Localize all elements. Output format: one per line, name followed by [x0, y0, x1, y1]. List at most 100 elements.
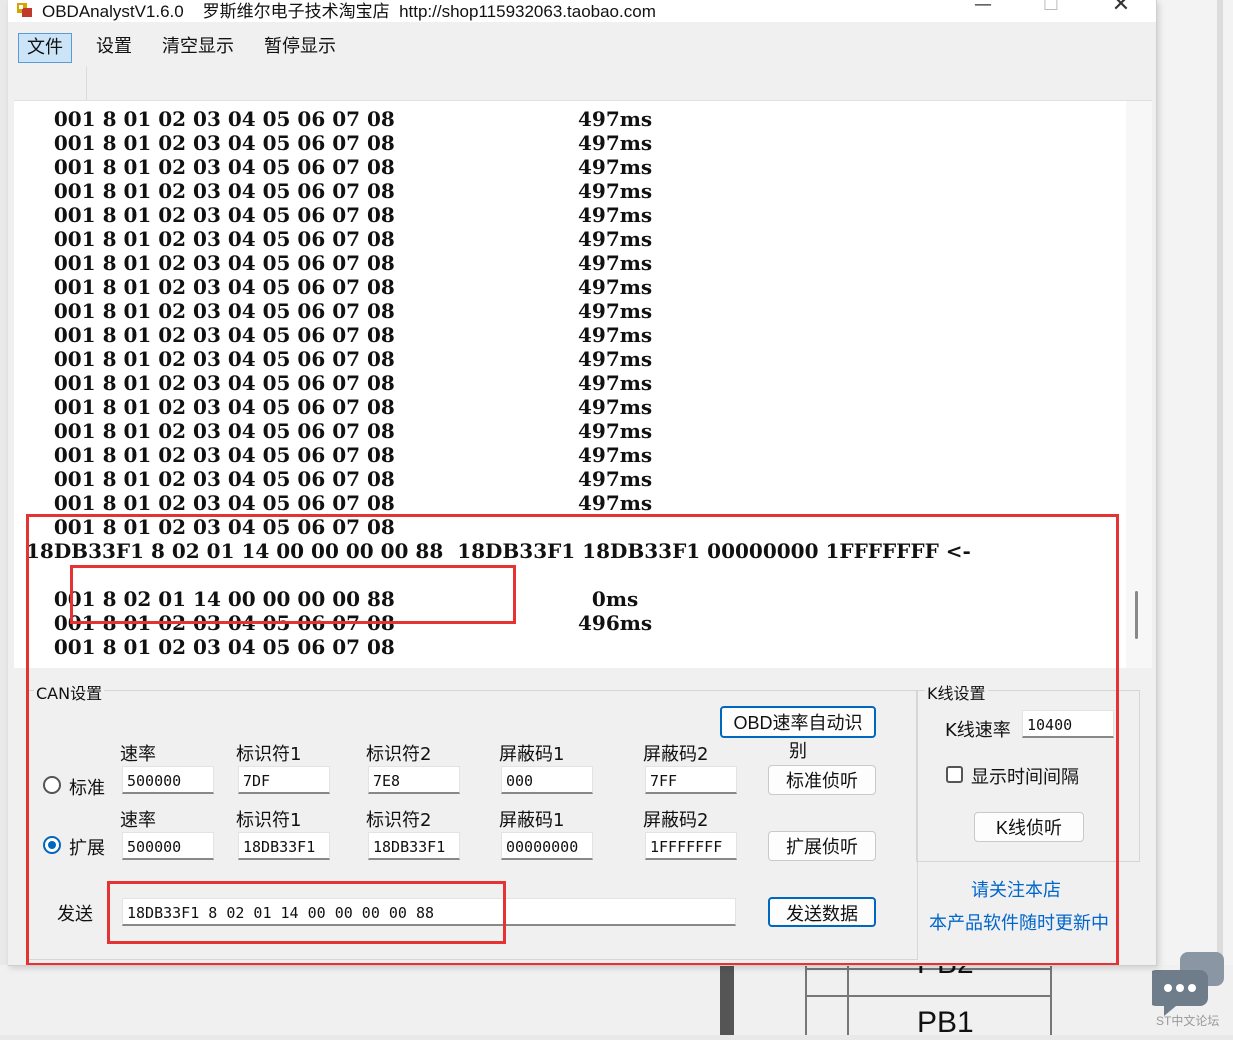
- log-line-interval: 497ms: [578, 347, 653, 371]
- log-line: 001 8 01 02 03 04 05 06 07 08: [26, 467, 395, 491]
- std-rate-input[interactable]: 500000: [122, 766, 214, 794]
- send-data-button[interactable]: 发送数据: [768, 897, 876, 927]
- log-line: 001 8 01 02 03 04 05 06 07 08: [26, 227, 395, 251]
- log-line: 001 8 01 02 03 04 05 06 07 08: [26, 395, 395, 419]
- window-title: OBDAnalystV1.6.0 罗斯维尔电子技术淘宝店 http://shop…: [42, 2, 656, 21]
- log-line-interval: 497ms: [578, 467, 653, 491]
- ext-id2-input[interactable]: 18DB33F1: [368, 832, 460, 860]
- log-line: 001 8 01 02 03 04 05 06 07 08: [26, 179, 395, 203]
- show-interval-label: 显示时间间隔: [971, 767, 1079, 788]
- title-bar[interactable]: OBDAnalystV1.6.0 罗斯维尔电子技术淘宝店 http://shop…: [8, 0, 1156, 22]
- message-log[interactable]: 001 8 01 02 03 04 05 06 07 08 497ms 001 8…: [14, 100, 1152, 669]
- std-id2-input[interactable]: 7E8: [368, 766, 460, 794]
- log-line-interval: 497ms: [578, 443, 653, 467]
- follow-store-link[interactable]: 请关注本店: [971, 876, 1061, 902]
- log-line: 001 8 01 02 03 04 05 06 07 08: [26, 203, 395, 227]
- std-header-mask2: 屏蔽码2: [643, 744, 709, 765]
- standard-radio[interactable]: [43, 776, 61, 794]
- obd-auto-detect-button[interactable]: OBD速率自动识别: [720, 706, 876, 761]
- std-header-rate: 速率: [120, 744, 156, 765]
- ext-header-rate: 速率: [120, 810, 156, 831]
- log-line: 001 8 02 01 14 00 00 00 00 88: [26, 587, 395, 611]
- log-line-interval: 0ms: [578, 587, 639, 611]
- std-mask2-input[interactable]: 7FF: [645, 766, 737, 794]
- log-line: 001 8 01 02 03 04 05 06 07 08: [26, 299, 395, 323]
- std-id1-input[interactable]: 7DF: [238, 766, 330, 794]
- log-line-interval: 497ms: [578, 107, 653, 131]
- std-header-id1: 标识符1: [236, 744, 302, 765]
- menu-bar: 文件 设置 清空显示 暂停显示: [8, 26, 1156, 66]
- log-line: 001 8 01 02 03 04 05 06 07 08: [26, 443, 395, 467]
- log-line: 001 8 01 02 03 04 05 06 07 08: [26, 635, 395, 659]
- background-scroll-strip: [1217, 0, 1223, 1035]
- menu-pause-display[interactable]: 暂停显示: [256, 33, 344, 61]
- log-line-interval: 497ms: [578, 155, 653, 179]
- log-line: 001 8 01 02 03 04 05 06 07 08: [26, 131, 395, 155]
- log-line: 18DB33F1 8 02 01 14 00 00 00 00 88 18DB3…: [26, 539, 971, 563]
- log-line: 001 8 01 02 03 04 05 06 07 08: [26, 347, 395, 371]
- menu-clear-display[interactable]: 清空显示: [154, 33, 242, 61]
- log-line-interval: 497ms: [578, 227, 653, 251]
- log-line-interval: 497ms: [578, 131, 653, 155]
- app-icon: [17, 3, 32, 17]
- ext-header-id1: 标识符1: [236, 810, 302, 831]
- extended-listen-button[interactable]: 扩展侦听: [768, 831, 876, 861]
- ext-header-id2: 标识符2: [366, 810, 432, 831]
- send-label: 发送: [57, 904, 93, 925]
- standard-listen-button[interactable]: 标准侦听: [768, 765, 876, 795]
- std-mask1-input[interactable]: 000: [501, 766, 593, 794]
- kline-rate-label: K线速率: [945, 720, 1011, 741]
- show-interval-checkbox[interactable]: [946, 766, 963, 783]
- log-line-interval: 496ms: [578, 611, 653, 635]
- log-line: 001 8 01 02 03 04 05 06 07 08: [26, 275, 395, 299]
- maximize-icon[interactable]: ☐: [1021, 0, 1081, 18]
- log-line: 001 8 01 02 03 04 05 06 07 08: [26, 419, 395, 443]
- close-icon[interactable]: ✕: [1091, 0, 1151, 17]
- log-line: 001 8 01 02 03 04 05 06 07 08: [26, 491, 395, 515]
- menu-file[interactable]: 文件: [18, 33, 72, 63]
- log-line-interval: 497ms: [578, 395, 653, 419]
- settings-panel: CAN设置 OBD速率自动识别 速率 标识符1 标识符2 屏蔽码1 屏蔽码2 标…: [8, 668, 1156, 965]
- log-line: 001 8 01 02 03 04 05 06 07 08: [26, 515, 395, 539]
- log-line-interval: 497ms: [578, 491, 653, 515]
- extended-label: 扩展: [69, 838, 105, 859]
- background-table-hline: [807, 995, 1050, 997]
- log-line: 001 8 01 02 03 04 05 06 07 08: [26, 323, 395, 347]
- ext-header-mask2: 屏蔽码2: [643, 810, 709, 831]
- log-line-interval: 497ms: [578, 371, 653, 395]
- ext-mask1-input[interactable]: 00000000: [501, 832, 593, 860]
- std-header-mask1: 屏蔽码1: [499, 744, 565, 765]
- log-line: 001 8 01 02 03 04 05 06 07 08: [26, 107, 395, 131]
- ext-header-mask1: 屏蔽码1: [499, 810, 565, 831]
- app-window: OBDAnalystV1.6.0 罗斯维尔电子技术淘宝店 http://shop…: [8, 0, 1157, 966]
- log-line-interval: 497ms: [578, 299, 653, 323]
- forum-label: ST中文论坛: [1156, 1014, 1220, 1028]
- update-notice-link[interactable]: 本产品软件随时更新中: [929, 909, 1109, 935]
- std-header-id2: 标识符2: [366, 744, 432, 765]
- background-divider: [720, 965, 734, 1035]
- log-scrollbar[interactable]: [1126, 101, 1152, 669]
- kline-listen-button[interactable]: K线侦听: [974, 812, 1084, 842]
- log-line-interval: 497ms: [578, 275, 653, 299]
- menu-settings[interactable]: 设置: [88, 33, 140, 61]
- log-line-interval: 497ms: [578, 323, 653, 347]
- log-line-interval: 497ms: [578, 251, 653, 275]
- log-line: 001 8 01 02 03 04 05 06 07 08: [26, 251, 395, 275]
- log-scroll-thumb[interactable]: [1135, 591, 1138, 639]
- log-line: 001 8 01 02 03 04 05 06 07 08: [26, 611, 395, 635]
- kline-group-title: K线设置: [925, 680, 988, 704]
- extended-radio[interactable]: [43, 836, 61, 854]
- toolbar-strip: [8, 66, 87, 100]
- ext-rate-input[interactable]: 500000: [122, 832, 214, 860]
- standard-label: 标准: [69, 778, 105, 799]
- minimize-icon[interactable]: —: [953, 0, 1013, 18]
- log-line-interval: 497ms: [578, 203, 653, 227]
- log-line-interval: 497ms: [578, 179, 653, 203]
- ext-mask2-input[interactable]: 1FFFFFFF: [645, 832, 737, 860]
- log-line: 001 8 01 02 03 04 05 06 07 08: [26, 371, 395, 395]
- send-data-input[interactable]: 18DB33F1 8 02 01 14 00 00 00 00 88: [122, 898, 736, 926]
- can-group-title: CAN设置: [34, 680, 105, 704]
- ext-id1-input[interactable]: 18DB33F1: [238, 832, 330, 860]
- kline-rate-input[interactable]: 10400: [1022, 710, 1114, 738]
- log-line-interval: 497ms: [578, 419, 653, 443]
